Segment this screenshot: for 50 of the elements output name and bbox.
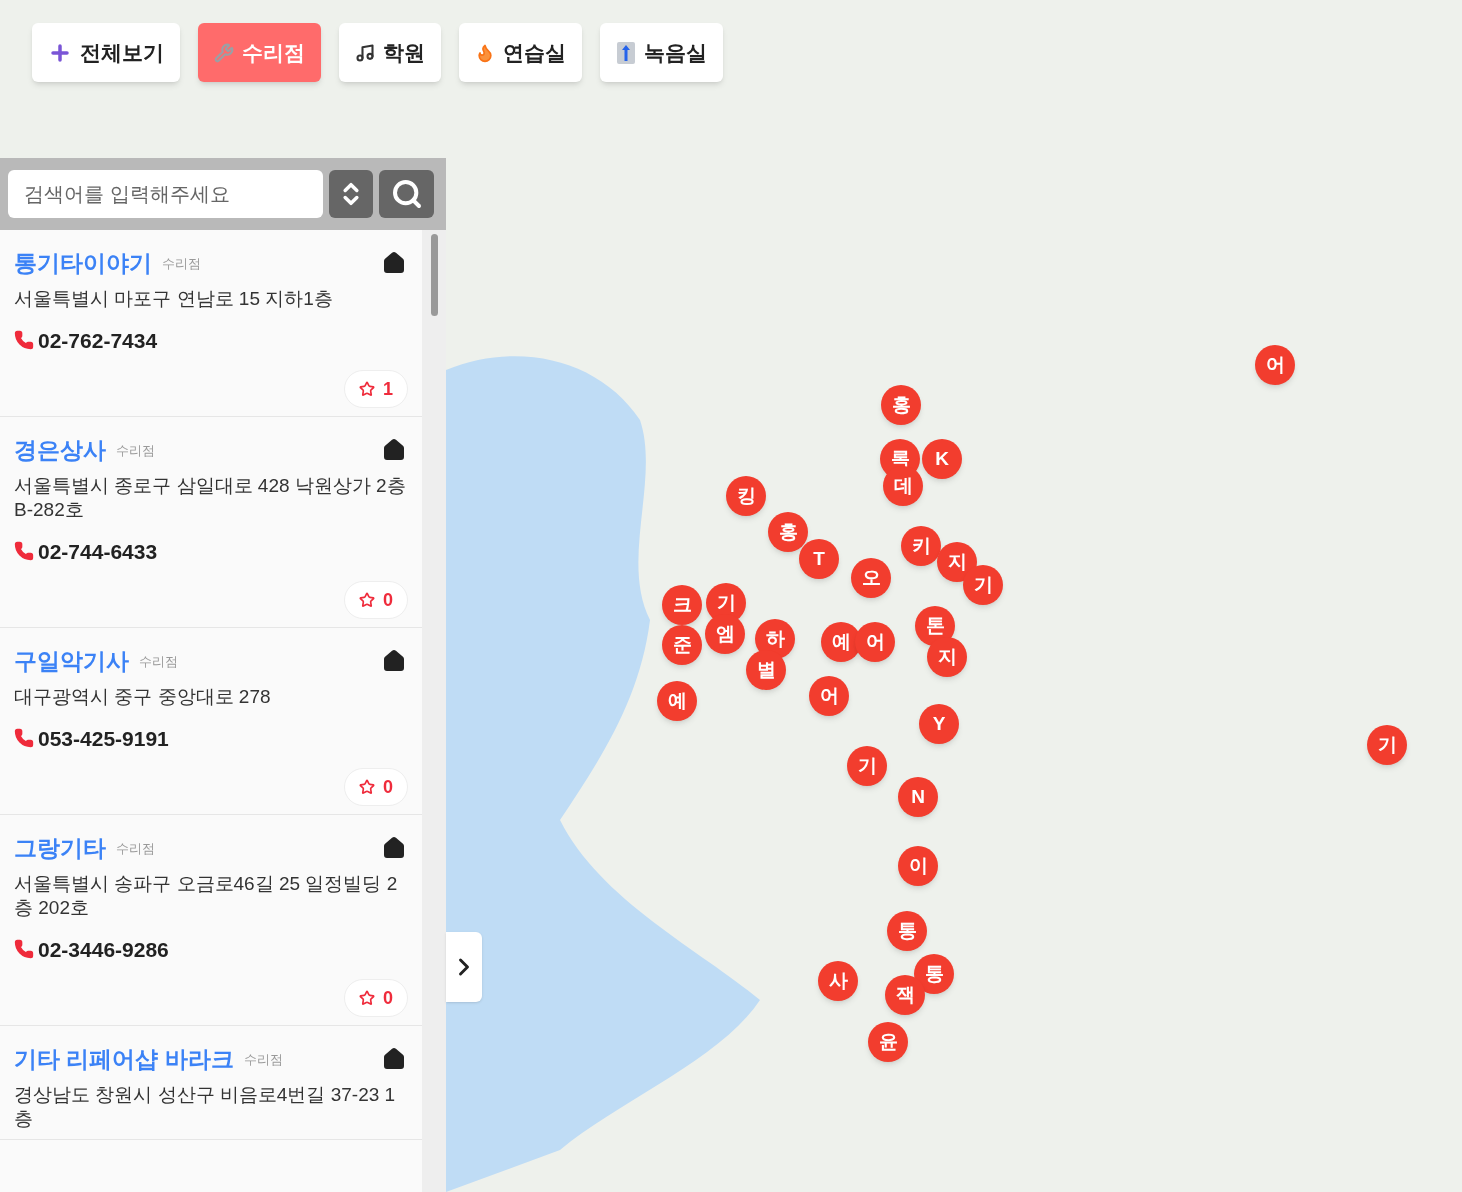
star-icon <box>359 592 375 608</box>
category-label: 수리점 <box>116 441 155 460</box>
place-name[interactable]: 그랑기타 <box>14 831 106 866</box>
favorite-count-button[interactable]: 0 <box>344 768 408 806</box>
home-icon[interactable] <box>382 836 406 861</box>
flame-icon <box>475 42 495 63</box>
address-text: 대구광역시 중구 중앙대로 278 <box>14 684 272 709</box>
music-notes-icon <box>355 42 375 63</box>
phone-icon <box>14 939 34 960</box>
favorite-count-button[interactable]: 1 <box>344 370 408 408</box>
category-label: 수리점 <box>116 839 155 858</box>
wrench-icon <box>214 42 234 63</box>
place-name[interactable]: 통기타이야기 <box>14 246 152 281</box>
category-filter-button[interactable]: 전체보기 <box>32 23 180 82</box>
phone-icon <box>14 541 34 562</box>
home-icon[interactable] <box>382 251 406 276</box>
favorite-count-button[interactable]: 0 <box>344 581 408 619</box>
phone-icon <box>14 330 34 351</box>
scrollbar-thumb[interactable] <box>430 234 438 316</box>
star-icon <box>359 779 375 795</box>
category-label: 수리점 <box>139 652 178 671</box>
category-label: 수리점 <box>162 254 201 273</box>
phone-number[interactable]: 053-425-9191 <box>38 722 169 754</box>
sort-toggle-button[interactable] <box>329 170 373 218</box>
place-name[interactable]: 경은상사 <box>14 433 106 468</box>
address-text: 경상남도 창원시 성산구 비음로4번길 37-23 1층 <box>14 1082 397 1131</box>
favorite-count-button[interactable]: 0 <box>344 979 408 1017</box>
category-filter-button[interactable]: 수리점 <box>198 23 321 82</box>
search-button[interactable] <box>379 170 434 218</box>
phone-number[interactable]: 02-744-6433 <box>38 535 158 567</box>
place-name[interactable]: 구일악기사 <box>14 644 129 679</box>
phone-icon <box>14 728 34 749</box>
phone-number[interactable]: 02-762-7434 <box>38 324 158 356</box>
home-icon[interactable] <box>382 1047 406 1072</box>
address-text: 서울특별시 마포구 연남로 15 지하1층 <box>14 286 334 311</box>
place-name[interactable]: 기타 리페어샵 바라크 <box>14 1042 234 1077</box>
home-icon[interactable] <box>382 438 406 463</box>
category-filter-button[interactable]: 연습실 <box>459 23 582 82</box>
phone-number[interactable]: 02-3446-9286 <box>38 933 169 965</box>
category-filter-button[interactable]: 녹음실 <box>600 23 723 82</box>
address-text: 서울특별시 송파구 오금로46길 25 일정빌딩 2층 202호 <box>14 871 399 920</box>
home-icon[interactable] <box>382 649 406 674</box>
category-label: 수리점 <box>243 1050 283 1069</box>
search-icon <box>390 178 423 210</box>
search-field[interactable]: 검색어를 입력해주세요 <box>8 170 323 218</box>
star-icon <box>359 990 375 1006</box>
star-icon <box>359 381 375 397</box>
category-filter-button[interactable]: 학원 <box>339 23 441 82</box>
expand-panel-button[interactable] <box>446 932 482 1002</box>
address-text: 서울특별시 종로구 삼일대로 428 낙원상가 2층 B-282호 <box>14 473 407 522</box>
